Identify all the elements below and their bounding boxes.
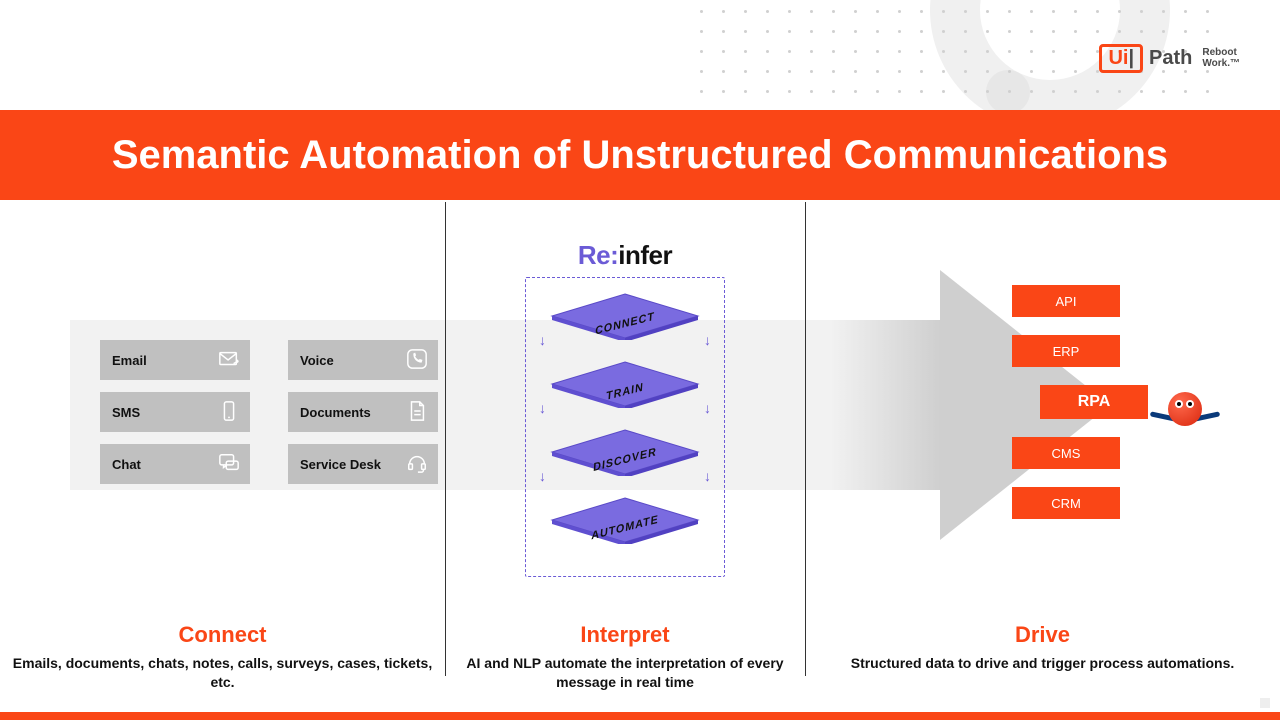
- caption-text: AI and NLP automate the interpretation o…: [445, 654, 805, 692]
- target-label: CMS: [1052, 446, 1081, 461]
- title-bar: Semantic Automation of Unstructured Comm…: [0, 110, 1280, 200]
- flow-down-icon: ↓: [704, 468, 711, 484]
- mobile-icon: [218, 400, 240, 425]
- bg-circle-small: [986, 70, 1030, 114]
- target-crm: CRM: [1012, 487, 1120, 519]
- chat-icon: [218, 452, 240, 477]
- tagline-line2: Work.™: [1202, 58, 1240, 69]
- connect-pill-documents: Documents: [288, 392, 438, 432]
- target-label: RPA: [1078, 393, 1111, 411]
- robot-mascot-icon: [1168, 392, 1202, 426]
- connect-pill-service-desk: Service Desk: [288, 444, 438, 484]
- layer-discover: DISCOVER ↓ ↓: [545, 428, 705, 486]
- caption-heading: Drive: [805, 622, 1280, 648]
- target-label: API: [1056, 294, 1077, 309]
- target-label: CRM: [1051, 496, 1081, 511]
- page-title: Semantic Automation of Unstructured Comm…: [112, 133, 1168, 178]
- tagline-line1: Reboot: [1202, 47, 1236, 58]
- flow-down-icon: ↓: [704, 332, 711, 348]
- pill-label: Service Desk: [300, 457, 381, 472]
- reinfer-logo-infer: infer: [618, 240, 672, 270]
- uipath-logo-mark: Ui|: [1099, 44, 1143, 73]
- target-label: ERP: [1053, 344, 1080, 359]
- flow-down-icon: ↓: [539, 332, 546, 348]
- flow-down-icon: ↓: [539, 400, 546, 416]
- connect-pill-chat: Chat: [100, 444, 250, 484]
- interpret-block: Re:infer CONNECT ↓ ↓ TRAIN ↓ ↓ DISCOVER …: [520, 240, 730, 577]
- target-rpa: RPA: [1040, 385, 1148, 419]
- caption-text: Emails, documents, chats, notes, calls, …: [0, 654, 445, 692]
- headset-icon: [406, 452, 428, 477]
- caption-drive: Drive Structured data to drive and trigg…: [805, 622, 1280, 692]
- connect-pill-sms: SMS: [100, 392, 250, 432]
- caption-interpret: Interpret AI and NLP automate the interp…: [445, 622, 805, 692]
- caption-heading: Connect: [0, 622, 445, 648]
- caption-heading: Interpret: [445, 622, 805, 648]
- divider-right: [805, 202, 806, 676]
- target-cms: CMS: [1012, 437, 1120, 469]
- flow-down-icon: ↓: [539, 468, 546, 484]
- phone-icon: [406, 348, 428, 373]
- diagram-stage: Email Voice SMS Documents Chat Service D…: [0, 200, 1280, 712]
- layer-train: TRAIN ↓ ↓: [545, 360, 705, 418]
- connect-grid: Email Voice SMS Documents Chat Service D…: [100, 340, 438, 484]
- target-erp: ERP: [1012, 335, 1120, 367]
- page-marker: [1260, 698, 1270, 708]
- caption-connect: Connect Emails, documents, chats, notes,…: [0, 622, 445, 692]
- target-api: API: [1012, 285, 1120, 317]
- layer-stack: CONNECT ↓ ↓ TRAIN ↓ ↓ DISCOVER ↓ ↓ AUTOM…: [525, 277, 725, 577]
- connect-pill-email: Email: [100, 340, 250, 380]
- flow-down-icon: ↓: [704, 400, 711, 416]
- caption-text: Structured data to drive and trigger pro…: [805, 654, 1280, 673]
- pill-label: Chat: [112, 457, 141, 472]
- footer-bar: [0, 712, 1280, 720]
- uipath-logo: Ui| Path Reboot Work.™: [1099, 44, 1240, 73]
- pill-label: Voice: [300, 353, 334, 368]
- mail-icon: [218, 348, 240, 373]
- reinfer-logo-re: Re:: [578, 240, 618, 270]
- pill-label: Email: [112, 353, 147, 368]
- pill-label: Documents: [300, 405, 371, 420]
- document-icon: [406, 400, 428, 425]
- divider-left: [445, 202, 446, 676]
- logo-path-text: Path: [1149, 47, 1192, 70]
- connect-pill-voice: Voice: [288, 340, 438, 380]
- drive-targets: API ERP RPA CMS CRM: [1012, 285, 1148, 519]
- pill-label: SMS: [112, 405, 140, 420]
- logo-tagline: Reboot Work.™: [1202, 48, 1240, 69]
- reinfer-logo: Re:infer: [520, 240, 730, 271]
- layer-automate: AUTOMATE: [545, 496, 705, 554]
- logo-ui: Ui: [1108, 47, 1128, 69]
- layer-connect: CONNECT ↓ ↓: [545, 292, 705, 350]
- captions-row: Connect Emails, documents, chats, notes,…: [0, 622, 1280, 692]
